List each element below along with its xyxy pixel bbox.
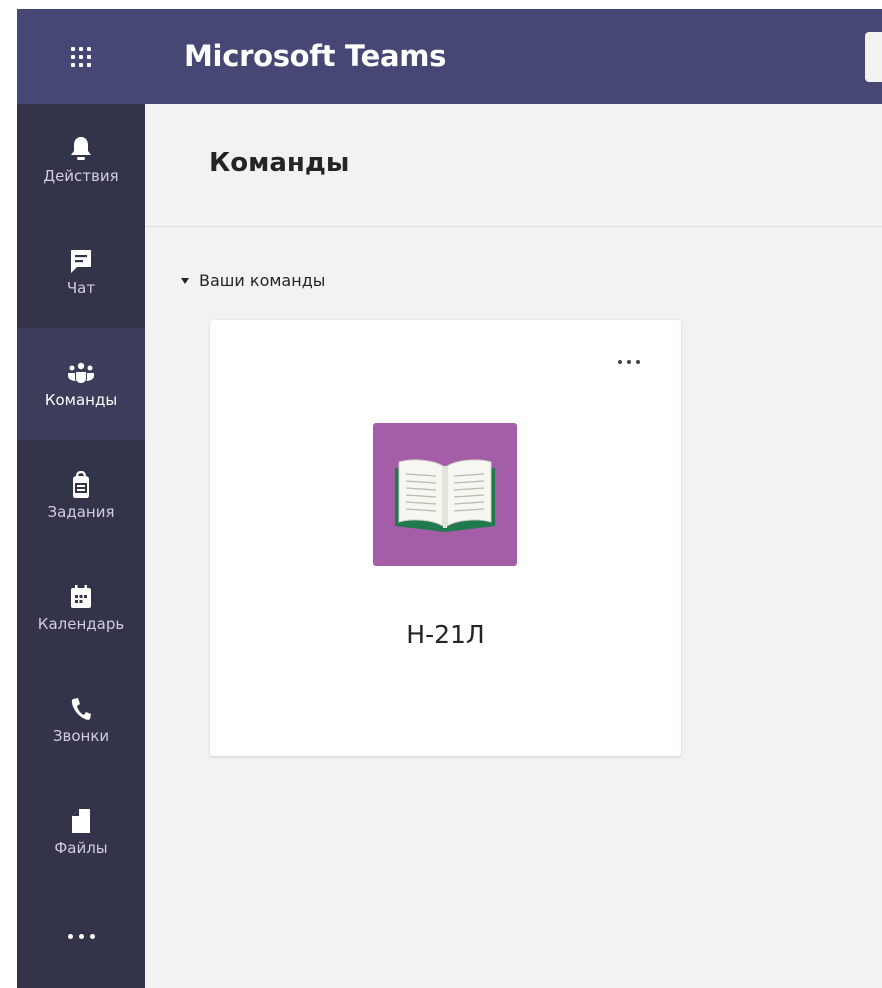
caret-down-icon xyxy=(181,277,189,284)
team-name: Н-21Л xyxy=(406,620,485,649)
more-icon xyxy=(67,933,73,939)
page-title: Команды xyxy=(209,148,350,178)
rail-item-label: Звонки xyxy=(52,727,110,745)
rail-item-files[interactable]: Файлы xyxy=(17,776,145,888)
app-launcher-button[interactable] xyxy=(17,9,145,104)
ellipsis-icon xyxy=(618,360,622,364)
book-icon xyxy=(395,458,495,532)
search-box[interactable] xyxy=(865,32,882,82)
rail-item-activity[interactable]: Действия xyxy=(17,104,145,216)
page-header: Команды xyxy=(145,104,882,227)
rail-item-assignments[interactable]: Задания xyxy=(17,440,145,552)
rail-item-label: Действия xyxy=(43,167,119,185)
bell-icon xyxy=(67,135,95,163)
phone-icon xyxy=(67,695,95,723)
section-label: Ваши команды xyxy=(199,271,326,290)
rail-item-calendar[interactable]: Календарь xyxy=(17,552,145,664)
app-window: Microsoft Teams Действия Чат Команды Зад… xyxy=(0,0,882,988)
top-bar: Microsoft Teams xyxy=(17,9,882,104)
rail-item-calls[interactable]: Звонки xyxy=(17,664,145,776)
calendar-icon xyxy=(67,583,95,611)
file-icon xyxy=(67,807,95,835)
your-teams-toggle[interactable]: Ваши команды xyxy=(181,271,325,290)
rail-item-label: Команды xyxy=(44,391,118,409)
chat-icon xyxy=(67,247,95,275)
rail-item-label: Задания xyxy=(47,503,115,521)
waffle-icon xyxy=(71,46,91,67)
rail-item-label: Календарь xyxy=(37,615,125,633)
app-title: Microsoft Teams xyxy=(184,39,447,73)
backpack-icon xyxy=(67,471,95,499)
team-avatar xyxy=(373,423,517,566)
teams-icon xyxy=(67,359,95,387)
app-rail: Действия Чат Команды Задания Календарь З… xyxy=(17,104,145,988)
rail-item-label: Чат xyxy=(66,279,96,297)
rail-item-teams[interactable]: Команды xyxy=(17,328,145,440)
rail-item-label: Файлы xyxy=(54,839,108,857)
team-more-options-button[interactable] xyxy=(618,360,640,364)
rail-item-chat[interactable]: Чат xyxy=(17,216,145,328)
more-apps-button[interactable] xyxy=(17,906,145,966)
team-card[interactable]: Н-21Л xyxy=(210,320,681,756)
main-content: Команды Ваши команды Н-21Л xyxy=(145,104,882,988)
